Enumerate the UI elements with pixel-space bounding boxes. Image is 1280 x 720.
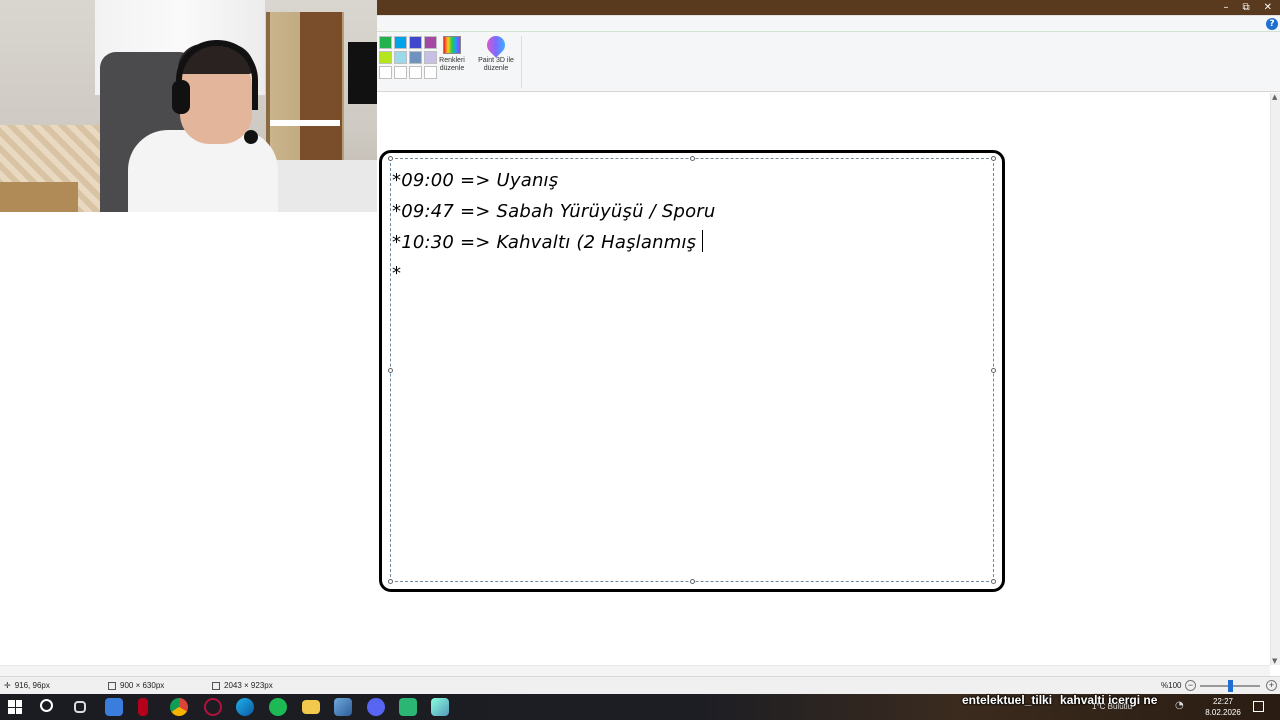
paint3d-button[interactable]: Paint 3D ile düzenle [473,32,519,73]
headset-earcup [172,80,190,114]
notification-icon[interactable] [1253,701,1264,712]
desk [270,160,377,212]
color-swatch[interactable] [409,51,422,64]
resize-handle-right[interactable] [991,368,996,373]
vertical-scrollbar[interactable]: ▲ ▼ [1270,93,1280,665]
resize-handle-top-right[interactable] [991,156,996,161]
webcam-overlay [0,0,377,212]
opera-icon[interactable] [204,698,222,716]
paint3d-label: Paint 3D ile düzenle [478,57,514,72]
app-icon[interactable] [334,698,352,716]
color-swatch[interactable] [379,36,392,49]
chat-username: entelektuel_tilki [962,693,1053,707]
image-size-icon [212,681,220,690]
image-size: 2043 × 923px [224,681,273,690]
app-icon[interactable] [138,698,148,716]
horizontal-scrollbar[interactable] [0,665,1270,676]
text-line: *09:47 => Sabah Yürüyüşü / Sporu [392,201,716,222]
selection-size-icon [108,681,116,690]
color-swatch[interactable] [394,36,407,49]
color-palette [378,35,438,80]
resize-handle-top-left[interactable] [388,156,393,161]
color-swatch[interactable] [409,66,422,79]
color-swatch[interactable] [394,51,407,64]
status-bar: ✛ 916, 96px 900 × 630px 2043 × 923px %10… [0,676,1280,694]
search-icon[interactable] [40,699,53,712]
box [0,182,78,212]
color-swatch[interactable] [379,51,392,64]
shelf [270,120,340,126]
weather-widget[interactable]: 1°C Bulutlu [1092,702,1132,711]
resize-handle-bottom-left[interactable] [388,579,393,584]
clock[interactable]: 22:27 8.02.2026 [1203,696,1243,718]
chrome-icon[interactable] [170,698,188,716]
clock-date: 8.02.2026 [1205,708,1241,717]
color-swatch[interactable] [424,66,437,79]
color-spectrum-icon [443,36,461,54]
zoom-level: %100 [1161,681,1182,690]
scroll-down-icon[interactable]: ▼ [1272,657,1277,665]
spotify-icon[interactable] [269,698,287,716]
resize-handle-top[interactable] [690,156,695,161]
ribbon: ? Renkleri düzenle Paint 3D ile düzenle [377,15,1280,92]
text-line: * [392,263,402,284]
minimize-button[interactable]: – [1223,0,1228,15]
store-icon[interactable] [105,698,123,716]
window-controls: – ⧉ ✕ [1223,0,1272,15]
zoom-slider-thumb[interactable] [1228,680,1233,692]
scroll-up-icon[interactable]: ▲ [1272,93,1277,101]
ribbon-divider [521,36,522,88]
edit-colors-button[interactable]: Renkleri düzenle [437,36,467,73]
network-icon[interactable]: ◔ [1175,700,1184,711]
cursor-position: 916, 96px [14,681,50,690]
app-icon[interactable] [399,698,417,716]
discord-icon[interactable] [367,698,385,716]
restore-button[interactable]: ⧉ [1242,0,1249,15]
resize-handle-bottom-right[interactable] [991,579,996,584]
help-icon[interactable]: ? [1266,18,1278,30]
text-content[interactable]: *09:00 => Uyanış *09:47 => Sabah Yürüyüş… [392,165,716,289]
monitor [348,42,377,104]
text-caret [702,230,704,252]
microphone [244,130,258,144]
text-line: *09:00 => Uyanış [392,170,559,191]
title-bar: – ⧉ ✕ [377,0,1280,15]
file-explorer-icon[interactable] [302,700,320,714]
resize-handle-bottom[interactable] [690,579,695,584]
color-swatch[interactable] [424,51,437,64]
cursor-position-icon: ✛ [4,681,11,690]
color-swatch[interactable] [379,66,392,79]
canvas-background-left [0,212,377,665]
zoom-in-button[interactable]: + [1266,680,1277,691]
zoom-out-button[interactable]: − [1185,680,1196,691]
selection-size: 900 × 630px [120,681,165,690]
edge-icon[interactable] [236,698,254,716]
paint-icon[interactable] [431,698,449,716]
color-swatch[interactable] [424,36,437,49]
windows-start-icon[interactable] [8,700,22,714]
text-line: *10:30 => Kahvaltı (2 Haşlanmış [392,232,697,253]
text-box[interactable]: *09:00 => Uyanış *09:47 => Sabah Yürüyüş… [379,150,1005,592]
clock-time: 22:27 [1212,697,1234,706]
color-swatch[interactable] [394,66,407,79]
paint3d-icon [483,32,509,58]
close-button[interactable]: ✕ [1264,0,1272,15]
resize-handle-left[interactable] [388,368,393,373]
color-swatch[interactable] [409,36,422,49]
edit-colors-label: Renkleri düzenle [439,57,465,72]
task-view-icon[interactable] [74,701,86,713]
system-tray: ◔ [1175,700,1184,711]
